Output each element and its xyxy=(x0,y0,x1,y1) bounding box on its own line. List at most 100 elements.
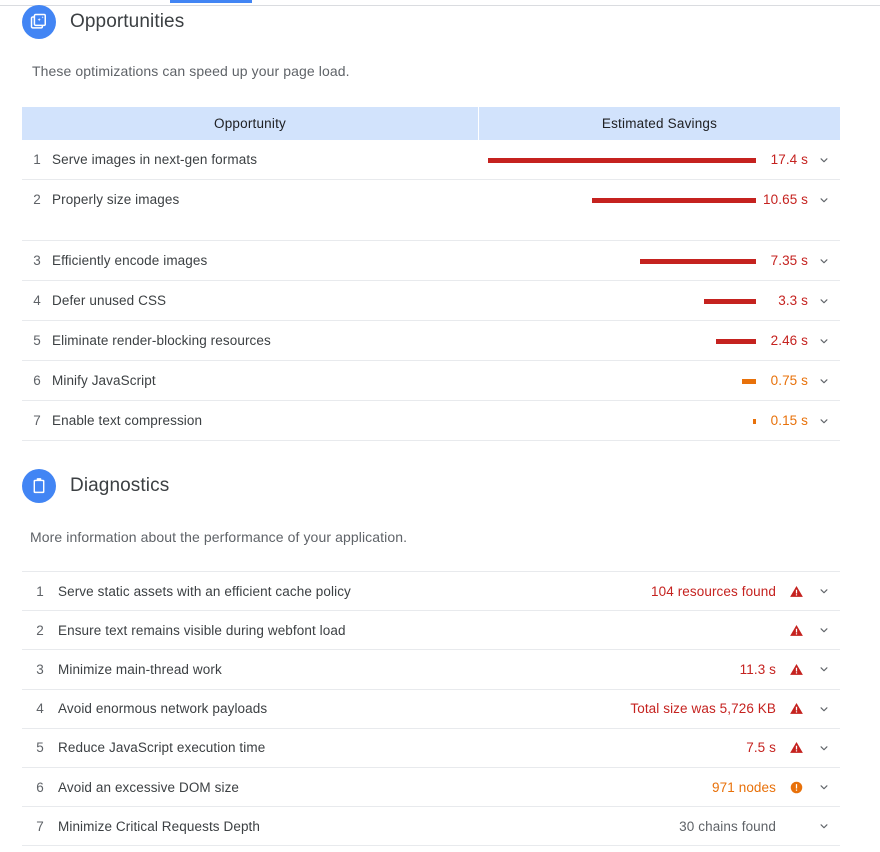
savings-bar-cell xyxy=(472,151,762,169)
warning-triangle-icon xyxy=(784,701,808,716)
savings-value: 10.65 s xyxy=(763,192,808,207)
table-row[interactable]: 4 Defer unused CSS 3.3 s xyxy=(22,281,840,321)
row-index: 5 xyxy=(33,333,41,348)
table-row[interactable]: 1 Serve images in next-gen formats 17.4 s xyxy=(22,140,840,180)
savings-bar xyxy=(592,197,756,203)
diagnostic-value: 11.3 s xyxy=(739,661,776,677)
diagnostics-row-list: 1 Serve static assets with an efficient c… xyxy=(22,572,840,847)
diagnostic-name: Avoid an excessive DOM size xyxy=(58,779,240,795)
diagnostic-value: 971 nodes xyxy=(712,779,776,795)
row-index: 1 xyxy=(33,152,41,167)
chevron-down-icon[interactable] xyxy=(808,191,840,207)
chevron-down-icon[interactable] xyxy=(808,741,840,755)
opportunity-name: Minify JavaScript xyxy=(52,373,156,388)
opportunity-name: Eliminate render-blocking resources xyxy=(52,333,271,348)
warning-triangle-icon xyxy=(784,623,808,638)
chevron-down-icon[interactable] xyxy=(808,623,840,637)
savings-bar xyxy=(753,418,756,424)
chevron-down-icon[interactable] xyxy=(808,662,840,676)
table-row[interactable]: 2 Ensure text remains visible during webf… xyxy=(22,611,840,651)
table-row[interactable]: 4 Avoid enormous network payloads Total si… xyxy=(22,690,840,729)
opportunity-name: Enable text compression xyxy=(52,413,203,428)
savings-bar xyxy=(640,258,756,264)
savings-bar xyxy=(716,338,756,344)
row-index: 7 xyxy=(33,413,41,428)
column-header-opportunity: Opportunity xyxy=(214,116,286,131)
row-index: 5 xyxy=(36,740,44,756)
savings-bar-cell xyxy=(472,191,762,209)
chevron-down-icon[interactable] xyxy=(808,332,840,348)
warning-triangle-icon xyxy=(784,662,808,677)
row-index: 4 xyxy=(36,701,44,717)
image-sparkle-icon xyxy=(22,5,56,39)
chevron-down-icon[interactable] xyxy=(808,780,840,794)
active-tab-indicator[interactable] xyxy=(170,0,252,3)
diagnostics-section-header: Diagnostics xyxy=(22,469,169,503)
warning-triangle-icon xyxy=(784,740,808,755)
row-index: 2 xyxy=(33,192,41,207)
warning-triangle-icon xyxy=(784,584,808,599)
chevron-down-icon[interactable] xyxy=(808,819,840,833)
opportunities-description: These optimizations can speed up your pa… xyxy=(32,63,350,79)
diagnostic-name: Ensure text remains visible during webfo… xyxy=(58,622,346,638)
chevron-down-icon[interactable] xyxy=(808,252,840,268)
table-row[interactable]: 3 Minimize main-thread work 11.3 s xyxy=(22,650,840,690)
diagnostic-name: Serve static assets with an efficient ca… xyxy=(58,583,351,599)
diagnostics-table: 1 Serve static assets with an efficient c… xyxy=(22,571,840,847)
lighthouse-report-page: Opportunities These optimizations can sp… xyxy=(0,0,880,852)
table-row[interactable]: 7 Minimize Critical Requests Depth 30 chai… xyxy=(22,807,840,847)
row-index: 3 xyxy=(33,253,41,268)
chevron-down-icon[interactable] xyxy=(808,412,840,428)
diagnostic-value: 7.5 s xyxy=(746,740,776,756)
savings-value: 3.3 s xyxy=(778,293,808,308)
table-row[interactable]: 5 Reduce JavaScript execution time 7.5 s xyxy=(22,729,840,768)
diagnostics-title: Diagnostics xyxy=(70,475,170,496)
table-row[interactable]: 3 Efficiently encode images 7.35 s xyxy=(22,241,840,281)
chevron-down-icon[interactable] xyxy=(808,151,840,167)
opportunities-table: Opportunity Estimated Savings 1 Serve ima… xyxy=(22,107,840,441)
savings-bar-cell xyxy=(472,292,762,310)
table-row[interactable]: 7 Enable text compression 0.15 s xyxy=(22,401,840,441)
savings-bar-cell xyxy=(472,372,762,390)
row-index: 3 xyxy=(36,661,44,677)
savings-bar xyxy=(488,157,756,163)
diagnostic-name: Minimize main-thread work xyxy=(58,661,222,677)
opportunity-name: Efficiently encode images xyxy=(52,253,208,268)
opportunities-section-header: Opportunities xyxy=(22,5,184,39)
savings-bar-cell xyxy=(472,332,762,350)
opportunity-name: Properly size images xyxy=(52,192,180,207)
chevron-down-icon[interactable] xyxy=(808,372,840,388)
savings-bar-cell xyxy=(472,252,762,270)
column-header-estimated-savings: Estimated Savings xyxy=(478,107,840,140)
table-row[interactable]: 1 Serve static assets with an efficient c… xyxy=(22,572,840,612)
chevron-down-icon[interactable] xyxy=(808,584,840,598)
chevron-down-icon[interactable] xyxy=(808,292,840,308)
savings-value: 7.35 s xyxy=(770,253,808,268)
table-row[interactable]: 6 Avoid an excessive DOM size 971 nodes xyxy=(22,768,840,808)
diagnostic-name: Reduce JavaScript execution time xyxy=(58,740,266,756)
savings-value: 2.46 s xyxy=(770,333,808,348)
diagnostic-name: Avoid enormous network payloads xyxy=(58,701,268,717)
row-index: 4 xyxy=(33,293,41,308)
diagnostic-value: 30 chains found xyxy=(679,818,776,834)
opportunities-table-header: Opportunity Estimated Savings xyxy=(22,107,840,140)
row-index: 1 xyxy=(36,583,44,599)
clipboard-icon xyxy=(22,469,56,503)
info-circle-icon xyxy=(784,780,808,795)
diagnostic-value: 104 resources found xyxy=(651,583,776,599)
chevron-down-icon[interactable] xyxy=(808,702,840,716)
row-index: 6 xyxy=(36,779,44,795)
row-index: 6 xyxy=(33,373,41,388)
savings-bar xyxy=(704,298,756,304)
row-index: 2 xyxy=(36,622,44,638)
table-row[interactable]: 5 Eliminate render-blocking resources 2.46… xyxy=(22,321,840,361)
table-row[interactable]: 2 Properly size images 10.65 s xyxy=(22,180,840,241)
savings-value: 0.15 s xyxy=(770,413,808,428)
diagnostic-value: Total size was 5,726 KB xyxy=(630,701,776,717)
table-row[interactable]: 6 Minify JavaScript 0.75 s xyxy=(22,361,840,401)
savings-bar xyxy=(742,378,756,384)
savings-value: 17.4 s xyxy=(770,152,808,167)
page-title: Opportunities xyxy=(70,11,185,32)
savings-bar-cell xyxy=(472,412,762,430)
opportunity-name: Defer unused CSS xyxy=(52,293,167,308)
